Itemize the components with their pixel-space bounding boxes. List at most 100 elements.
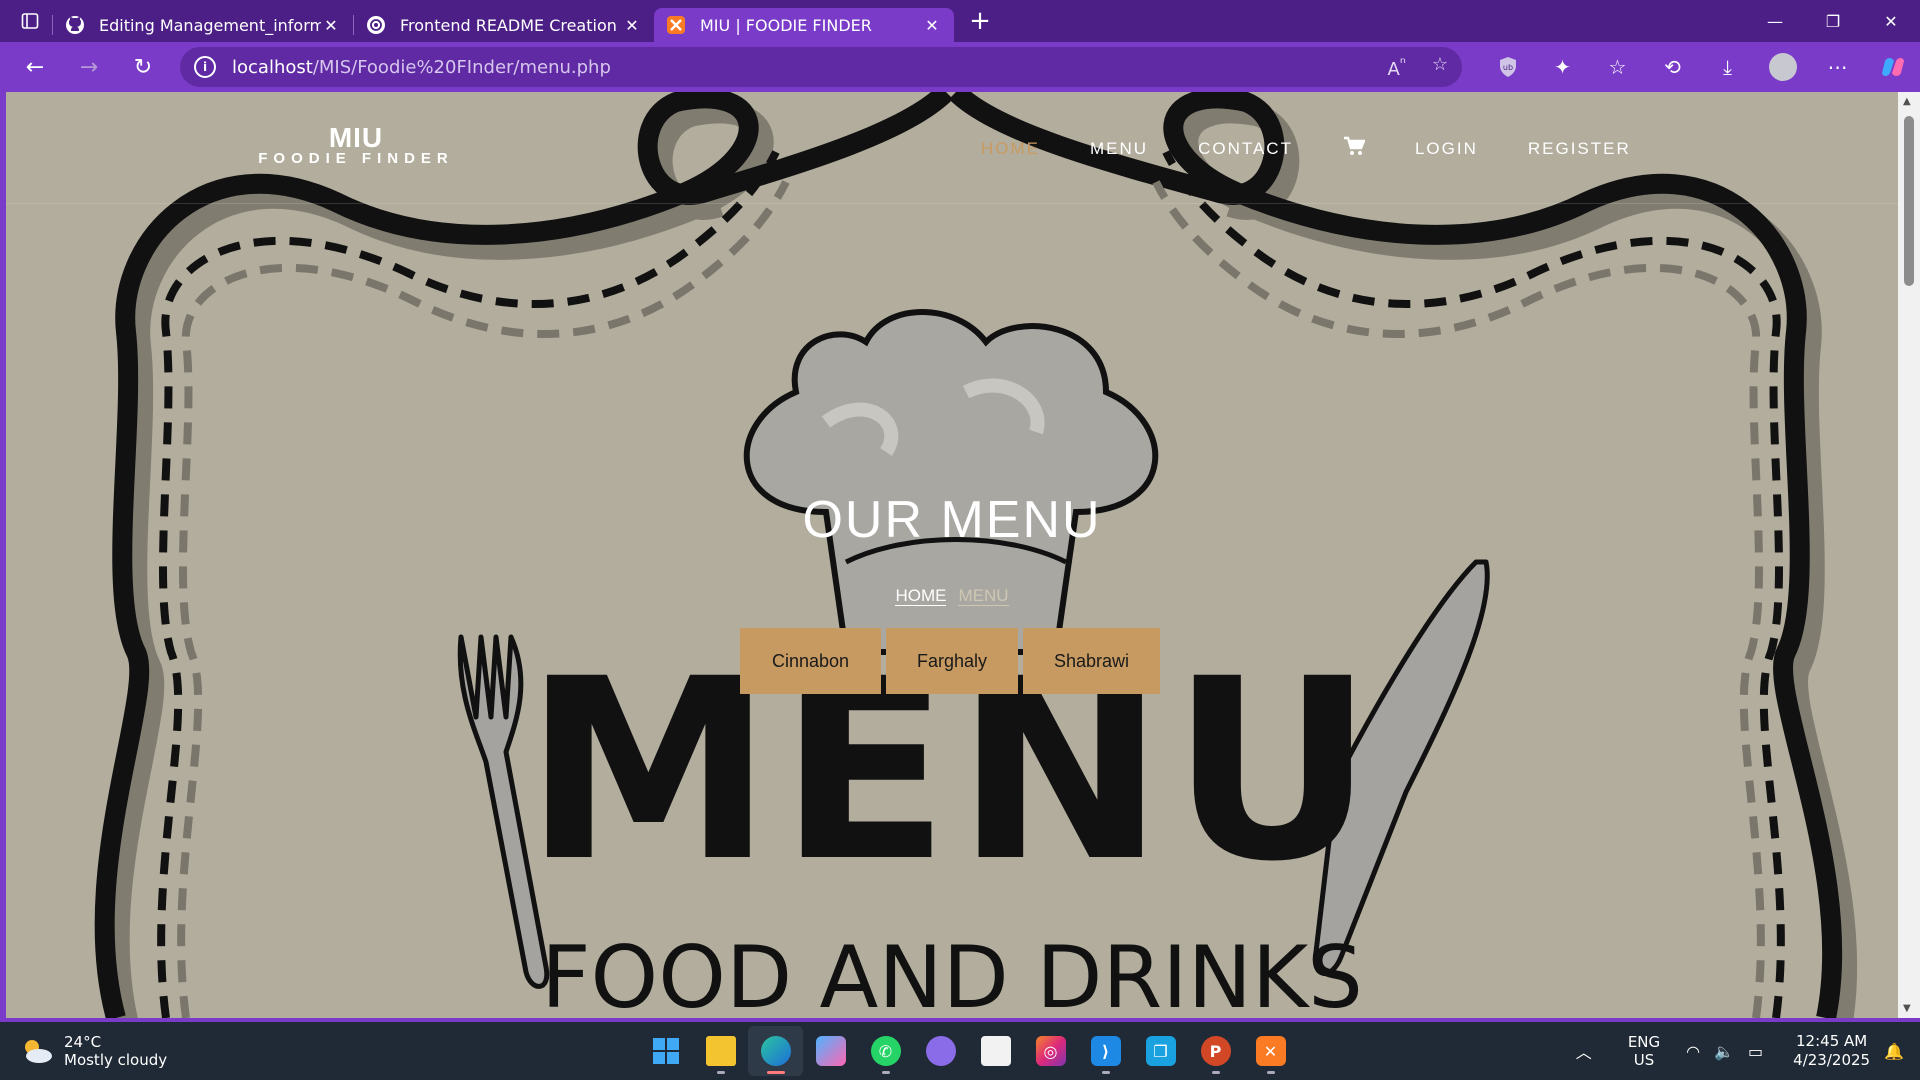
nav-register[interactable]: REGISTER (1528, 139, 1631, 159)
page-viewport: MENU FOOD AND DRINKS MIU FOODIE FINDER H… (6, 92, 1898, 1018)
breadcrumb-home[interactable]: HOME (895, 586, 947, 606)
chevron-up-icon[interactable]: ︿ (1576, 1039, 1592, 1063)
nav-home[interactable]: HOME (981, 139, 1040, 159)
running-indicator (716, 1071, 725, 1074)
copilot-icon (815, 1036, 846, 1066)
more-icon[interactable]: ⋯ (1810, 47, 1865, 87)
windows-taskbar: 24°C Mostly cloudy ✆ ◎ ⟩ ❐ P ✕ ︿ ENG US … (0, 1022, 1920, 1080)
close-icon[interactable]: ✕ (922, 16, 942, 35)
filter-farghaly-button[interactable]: Farghaly (886, 628, 1018, 694)
filter-shabrawi-button[interactable]: Shabrawi (1023, 628, 1160, 694)
wifi-icon: ◠ (1686, 1041, 1701, 1061)
running-indicator (1101, 1071, 1110, 1074)
favorites-icon[interactable]: ☆ (1590, 47, 1645, 87)
nav-contact[interactable]: CONTACT (1198, 139, 1293, 159)
scroll-down-icon[interactable]: ▼ (1903, 1003, 1911, 1014)
start-button[interactable] (638, 1026, 693, 1076)
taskbar-remote[interactable]: ❐ (1133, 1026, 1188, 1076)
taskbar-apps: ✆ ◎ ⟩ ❐ P ✕ (638, 1022, 1298, 1080)
notification-icon[interactable]: 🔔 (1884, 1042, 1904, 1061)
site-info-icon[interactable]: i (194, 56, 216, 78)
url-host: localhost (232, 56, 313, 78)
taskbar-xampp[interactable]: ✕ (1243, 1026, 1298, 1076)
read-aloud-icon[interactable]: Aⁿ (1388, 54, 1406, 80)
page-title: OUR MENU (802, 491, 1102, 549)
tab-chatgpt[interactable]: Frontend README Creation ✕ (354, 8, 654, 42)
clock[interactable]: 12:45 AM 4/23/2025 (1793, 1032, 1870, 1070)
vscode-icon: ⟩ (1090, 1036, 1121, 1066)
system-icons[interactable]: ◠ 🔈 ▭ (1686, 1042, 1763, 1061)
tab-title: MIU | FOODIE FINDER (700, 15, 872, 35)
taskbar-powerpoint[interactable]: P (1188, 1026, 1243, 1076)
running-indicator (881, 1071, 890, 1074)
taskbar-github[interactable] (913, 1026, 968, 1076)
nav-menu[interactable]: MENU (1090, 139, 1148, 159)
nav-login[interactable]: LOGIN (1415, 139, 1478, 159)
svg-text:ub: ub (1502, 63, 1512, 72)
restaurant-filters: Cinnabon Farghaly Shabrawi (740, 628, 1160, 694)
back-icon[interactable]: ← (8, 47, 62, 87)
cloudy-weather-icon (25, 1040, 52, 1063)
tab-github[interactable]: Editing Management_information ✕ (53, 8, 353, 42)
url-path: /MIS/Foodie%20FInder/menu.php (312, 56, 611, 78)
address-actions: Aⁿ ☆ (1388, 54, 1448, 80)
tab-foodie-finder[interactable]: MIU | FOODIE FINDER ✕ (654, 8, 954, 42)
page-scrollbar[interactable]: ▲ ▼ (1898, 92, 1920, 1018)
github-desktop-icon (925, 1036, 956, 1066)
taskbar-instagram[interactable]: ◎ (1023, 1026, 1078, 1076)
scroll-up-icon[interactable]: ▲ (1903, 96, 1911, 107)
xampp-icon (666, 15, 686, 35)
filter-cinnabon-button[interactable]: Cinnabon (740, 628, 881, 694)
taskbar-whatsapp[interactable]: ✆ (858, 1026, 913, 1076)
forward-icon[interactable]: → (62, 47, 116, 87)
copilot-icon[interactable] (1865, 47, 1920, 87)
shield-extension-icon[interactable]: ub (1480, 47, 1535, 87)
close-icon[interactable]: ✕ (622, 16, 642, 35)
tab-title: Editing Management_information (99, 15, 321, 35)
taskbar-file-explorer[interactable] (693, 1026, 748, 1076)
powerpoint-icon: P (1200, 1036, 1231, 1066)
site-header: MIU FOODIE FINDER HOME MENU CONTACT LOGI… (6, 92, 1898, 204)
whatsapp-icon: ✆ (870, 1036, 901, 1066)
minimize-icon[interactable]: — (1746, 0, 1804, 42)
profile-avatar[interactable] (1755, 47, 1810, 87)
address-bar[interactable]: i localhost/MIS/Foodie%20FInder/menu.php… (180, 47, 1462, 87)
store-icon (980, 1036, 1011, 1066)
toolbar-icons: ub ✦ ☆ ⟲ ⤓ ⋯ (1480, 47, 1920, 87)
lang-region: US (1633, 1051, 1655, 1069)
volume-icon: 🔈 (1714, 1041, 1735, 1061)
favorite-star-icon[interactable]: ☆ (1432, 54, 1448, 80)
site-logo[interactable]: MIU FOODIE FINDER (256, 122, 456, 167)
scrollbar-thumb[interactable] (1904, 116, 1914, 286)
weather-widget[interactable]: 24°C Mostly cloudy (20, 1033, 167, 1069)
brand-sub: FOODIE FINDER (258, 150, 454, 167)
download-icon[interactable]: ⤓ (1700, 47, 1755, 87)
taskbar-vscode[interactable]: ⟩ (1078, 1026, 1133, 1076)
refresh-icon[interactable]: ↻ (116, 47, 170, 87)
system-tray: ︿ ENG US ◠ 🔈 ▭ 12:45 AM 4/23/2025 🔔 (1576, 1022, 1920, 1080)
taskbar-edge[interactable] (748, 1026, 803, 1076)
folder-icon (705, 1036, 736, 1066)
weather-temp: 24°C (64, 1033, 102, 1051)
main-nav: HOME MENU CONTACT LOGIN REGISTER (981, 136, 1681, 162)
close-window-icon[interactable]: ✕ (1862, 0, 1920, 42)
browser-toolbar: ← → ↻ i localhost/MIS/Foodie%20FInder/me… (0, 42, 1920, 92)
history-icon[interactable]: ⟲ (1645, 47, 1700, 87)
close-icon[interactable]: ✕ (321, 16, 341, 35)
battery-icon: ▭ (1748, 1041, 1764, 1061)
language-indicator[interactable]: ENG US (1628, 1033, 1660, 1069)
restore-icon[interactable]: ❐ (1804, 0, 1862, 42)
extensions-icon[interactable]: ✦ (1535, 47, 1590, 87)
avatar (1768, 53, 1797, 81)
taskbar-store[interactable] (968, 1026, 1023, 1076)
lang-code: ENG (1627, 1033, 1661, 1051)
edge-icon (760, 1036, 791, 1066)
chatgpt-icon (366, 15, 386, 35)
taskbar-copilot[interactable] (803, 1026, 858, 1076)
breadcrumb-current: MENU (958, 586, 1009, 606)
tab-actions-icon[interactable] (8, 0, 52, 42)
new-tab-button[interactable]: + (960, 4, 1000, 38)
cart-icon[interactable] (1343, 136, 1366, 162)
instagram-icon: ◎ (1035, 1036, 1066, 1066)
window-controls: — ❐ ✕ (1746, 0, 1920, 42)
